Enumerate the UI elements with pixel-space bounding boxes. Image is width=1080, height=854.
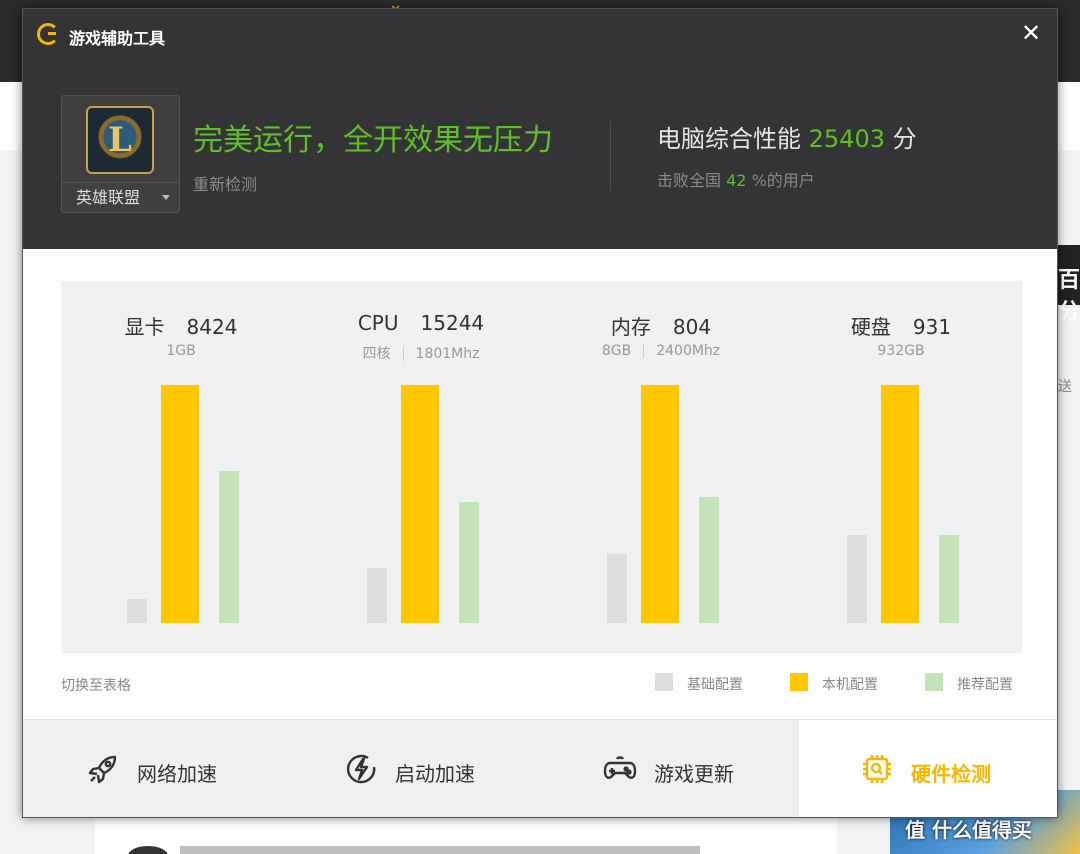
gamepad-icon — [602, 751, 638, 787]
nav-tab[interactable]: 游戏更新 — [540, 720, 799, 817]
dialog-title: 游戏辅助工具 — [69, 29, 166, 48]
component-specs: 8GB 2400Mhz — [561, 343, 761, 359]
bar-baseline — [607, 554, 627, 623]
component-spec: 8GB — [601, 343, 632, 359]
component-spec: 2400Mhz — [656, 343, 721, 359]
legend-swatch — [790, 673, 808, 691]
bar-baseline — [367, 568, 387, 623]
legend-swatch — [655, 673, 673, 691]
game-logo-letter: L — [108, 120, 132, 160]
bar-baseline — [127, 599, 147, 623]
bar-recommended — [219, 471, 239, 623]
performance-summary: 电脑综合性能 25403 分 — [657, 119, 917, 154]
component-score: 931 — [912, 315, 952, 339]
bar-local — [401, 385, 439, 623]
bar-baseline — [847, 535, 867, 623]
component-name: 硬盘 — [850, 315, 891, 339]
component-name: 内存 — [610, 315, 651, 339]
component-title: 显卡 8424 — [81, 311, 281, 340]
switch-to-table-link[interactable]: 切换至表格 — [61, 675, 131, 695]
bar-recommended — [699, 497, 719, 623]
nav-tab[interactable]: 启动加速 — [281, 720, 540, 817]
app-logo-icon — [37, 23, 59, 45]
bottom-nav: 网络加速 启动加速 游戏更新 硬件检测 — [23, 719, 1057, 817]
nav-tab-label: 游戏更新 — [654, 762, 734, 786]
component-name: 显卡 — [124, 315, 165, 339]
game-helper-dialog: 游戏辅助工具 ✕ L 英雄联盟 完美运行，全开效果无压力 重新检测 电脑综合性能… — [22, 8, 1058, 818]
lightning-icon — [343, 751, 379, 787]
background-right-text: 百分 — [1058, 268, 1080, 325]
close-icon[interactable]: ✕ — [1019, 21, 1043, 45]
component-specs: 932GB — [801, 343, 1001, 359]
background-text-line — [180, 846, 700, 854]
bar-local — [641, 385, 679, 623]
legend-label: 本机配置 — [822, 677, 878, 693]
background-side-text: 送 — [1058, 379, 1072, 395]
performance-score: 25403 — [808, 125, 885, 153]
bar-recommended — [459, 502, 479, 623]
status-message: 完美运行，全开效果无压力 — [193, 123, 553, 158]
nav-tab-label: 硬件检测 — [911, 762, 991, 786]
game-logo-icon: L — [86, 106, 154, 174]
component-title: CPU 15244 — [321, 311, 521, 335]
legend-label: 基础配置 — [687, 677, 743, 693]
beat-rate: 击败全国 42 %的用户 — [657, 167, 815, 191]
component-spec: 1801Mhz — [415, 346, 480, 362]
component-spec: 932GB — [877, 343, 925, 359]
header-divider — [610, 121, 611, 191]
beat-suffix: %的用户 — [751, 171, 815, 190]
bar-recommended — [939, 535, 959, 623]
rocket-icon — [85, 751, 121, 787]
nav-tab[interactable]: 网络加速 — [23, 720, 281, 817]
nav-tab-label: 启动加速 — [395, 762, 475, 786]
watermark: 值 什么值得买 — [905, 818, 1032, 842]
component-name: CPU — [357, 311, 399, 335]
bar-local — [881, 385, 919, 623]
game-name: 英雄联盟 — [76, 188, 141, 207]
legend-swatch — [925, 673, 943, 691]
performance-label: 电脑综合性能 — [657, 125, 801, 153]
component-score: 15244 — [420, 311, 485, 335]
performance-unit: 分 — [892, 125, 917, 153]
component-spec: 1GB — [166, 343, 196, 359]
recheck-link[interactable]: 重新检测 — [193, 171, 257, 195]
hardware-chart: 显卡 8424 1GB CPU 15244 四核 1801Mhz 内存 804 8GB 2400Mh… — [61, 281, 1022, 653]
spec-separator — [643, 344, 645, 358]
beat-prefix: 击败全国 — [657, 171, 722, 190]
dialog-header: 游戏辅助工具 ✕ L 英雄联盟 完美运行，全开效果无压力 重新检测 电脑综合性能… — [23, 9, 1057, 249]
nav-tab[interactable]: 硬件检测 — [799, 720, 1057, 817]
spec-separator — [402, 347, 404, 361]
component-score: 804 — [672, 315, 712, 339]
component-spec: 四核 — [362, 346, 391, 362]
component-title: 硬盘 931 — [801, 311, 1001, 340]
bar-local — [161, 385, 199, 623]
component-score: 8424 — [186, 315, 238, 339]
game-card: L 英雄联盟 — [61, 95, 180, 213]
legend-label: 推荐配置 — [957, 677, 1013, 693]
nav-tab-label: 网络加速 — [137, 762, 217, 786]
chip-icon — [859, 751, 895, 787]
component-specs: 1GB — [81, 343, 281, 359]
beat-percent: 42 — [726, 171, 747, 190]
component-specs: 四核 1801Mhz — [321, 343, 521, 363]
component-title: 内存 804 — [561, 311, 761, 340]
game-select-dropdown[interactable]: 英雄联盟 — [62, 182, 179, 212]
caret-down-icon — [162, 195, 170, 200]
